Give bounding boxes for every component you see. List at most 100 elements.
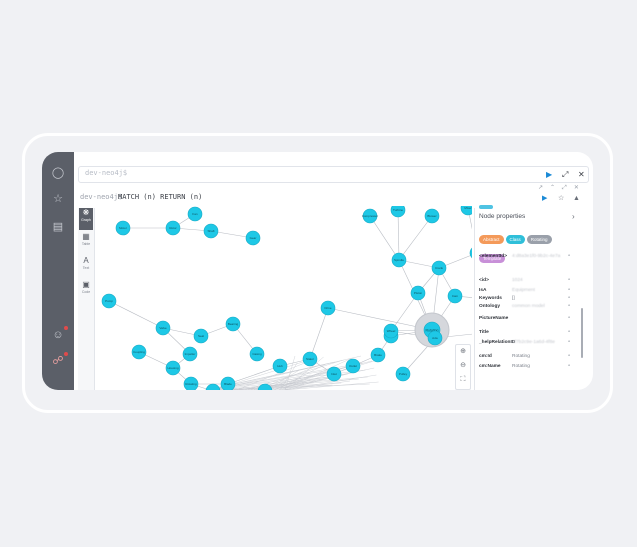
node-label: Blower — [427, 214, 436, 218]
graph-svg[interactable]: Rotating Motor Rotor Shaft Gear Fan Pump Valve S… — [95, 206, 472, 390]
node-label: Crank — [435, 266, 444, 270]
node-label: Casing — [252, 352, 262, 356]
code-icon: ▣ — [82, 280, 90, 289]
chevron-right-icon[interactable]: › — [572, 212, 575, 221]
node-label: Mixer — [464, 206, 471, 210]
graph-canvas[interactable]: Rotating Motor Rotor Shaft Gear Fan Pump Valve S… — [95, 206, 472, 390]
property-value[interactable]: 3f7b2c9e-1a6d-4f8e — [512, 340, 564, 346]
copy-icon[interactable]: ⚬ — [567, 304, 571, 309]
property-value[interactable]: Rotating — [512, 364, 564, 370]
help-icon[interactable]: ☺ — [51, 328, 65, 342]
copy-icon[interactable]: ⚬ — [567, 354, 571, 359]
collapse-icon[interactable]: ▲ — [573, 194, 580, 203]
node-label: Sprocket — [207, 389, 219, 390]
copy-icon[interactable]: ⚬ — [567, 330, 571, 335]
node-label: Pulley — [399, 372, 408, 376]
relationship-line[interactable] — [397, 209, 400, 261]
tab-code[interactable]: ▣ Code — [79, 280, 93, 302]
node-label: Stator — [306, 357, 314, 361]
sidebar: ◯ ☆ ▤ ☺ ☍ — [42, 152, 74, 390]
rerun-icon[interactable]: ▶ — [542, 194, 547, 203]
node-label: Outlet — [349, 364, 357, 368]
document-icon[interactable]: ▤ — [51, 220, 65, 234]
node-label: Seal — [198, 334, 204, 338]
property-key: _helpRelationID — [479, 340, 516, 345]
relationship-line[interactable] — [369, 215, 400, 261]
play-icon[interactable]: ▶ — [546, 169, 552, 181]
star-icon[interactable]: ☆ — [51, 192, 65, 206]
copy-icon[interactable]: ⚬ — [567, 254, 571, 259]
node-label: Compressor — [362, 214, 378, 218]
property-value[interactable]: Equipment — [512, 288, 564, 294]
property-value[interactable]: common model — [512, 304, 564, 310]
zoom-controls: ⊕ ⊖ ⛶ — [455, 344, 471, 390]
graph-icon: ❋ — [82, 208, 90, 217]
node-label: Motor — [119, 226, 127, 230]
relationship-line[interactable] — [108, 300, 164, 329]
table-icon: ▦ — [82, 232, 90, 241]
node-label: Bearing — [228, 322, 239, 326]
node-label: Brake — [374, 353, 382, 357]
relationship-line[interactable] — [227, 365, 281, 385]
copy-icon[interactable]: ⚬ — [567, 278, 571, 283]
label-chip-rotating[interactable]: Rotating — [526, 235, 552, 244]
node-label: Hub — [277, 364, 283, 368]
copy-icon[interactable]: ⚬ — [567, 288, 571, 293]
node-label: Inlet — [331, 372, 337, 376]
fit-icon[interactable]: ⛶ — [456, 373, 470, 387]
node-label: Valve — [159, 326, 167, 330]
node-label: Blade — [224, 382, 232, 386]
query-header: dev-neo4j$ MATCH (n) RETURN (n) — [78, 192, 474, 205]
property-key: cm:Id — [479, 354, 492, 359]
overview-tag — [479, 205, 493, 209]
relationship-line[interactable] — [309, 307, 329, 360]
property-value[interactable]: 4:d8a3e1f0-9b2c-4e7a — [512, 254, 564, 260]
node-label: Spring — [261, 389, 270, 390]
node-label: Gear — [250, 236, 257, 240]
node-label: Impeller — [185, 352, 196, 356]
property-key: Title — [479, 330, 489, 335]
node-label: Turbine — [393, 208, 403, 212]
close-icon[interactable]: ✕ — [578, 169, 585, 181]
database-icon[interactable]: ◯ — [51, 166, 65, 180]
properties-panel: Node properties › Abstract Class RotatingT… — [474, 205, 587, 390]
node-label: Wheel — [387, 329, 396, 333]
zoom-out-icon[interactable]: ⊖ — [456, 359, 470, 373]
expand-icon[interactable]: ⤢ — [562, 169, 568, 181]
property-value[interactable]: 1024 — [512, 278, 564, 284]
property-key: <id> — [479, 278, 489, 283]
frame-mini-controls[interactable]: ↗⌃⤢✕ — [538, 184, 586, 192]
property-key: <elementId> — [479, 254, 507, 259]
copy-icon[interactable]: ⚬ — [567, 364, 571, 369]
copy-icon[interactable]: ⚬ — [567, 296, 571, 301]
label-chip-abstract[interactable]: Abstract — [479, 235, 504, 244]
tab-text[interactable]: A Text — [79, 256, 93, 278]
disconnect-icon[interactable]: ☍ — [51, 354, 65, 368]
tab-table[interactable]: ▦ Table — [79, 232, 93, 254]
property-value[interactable]: [] — [512, 296, 564, 302]
command-prompt[interactable]: dev-neo4j$ — [85, 169, 127, 177]
label-chips: Abstract Class RotatingTemplate — [479, 228, 579, 266]
zoom-in-icon[interactable]: ⊕ — [456, 345, 470, 359]
pin-icon[interactable]: ☆ — [558, 194, 564, 203]
copy-icon[interactable]: ⚬ — [567, 340, 571, 345]
browser-window: ◯ ☆ ▤ ☺ ☍ dev-neo4j$ ▶ ⤢ ✕ ↗⌃⤢✕ dev-neo4… — [42, 152, 593, 390]
copy-icon[interactable]: ⚬ — [567, 316, 571, 321]
node-label: Rotor — [169, 226, 176, 230]
relationship-line[interactable] — [398, 215, 433, 261]
node-label: Shaft — [207, 229, 214, 233]
text-icon: A — [83, 256, 89, 265]
property-key: cm:Name — [479, 364, 501, 369]
query-text[interactable]: MATCH (n) RETURN (n) — [118, 193, 202, 201]
properties-scrollbar[interactable] — [581, 308, 583, 358]
property-value[interactable]: Rotating — [512, 354, 564, 360]
relationship-line[interactable] — [216, 376, 368, 390]
command-editor[interactable]: dev-neo4j$ ▶ ⤢ ✕ — [78, 166, 589, 183]
label-chip-class[interactable]: Class — [505, 235, 525, 244]
property-key: Ontology — [479, 304, 501, 309]
node-label: Housing — [167, 366, 178, 370]
properties-title: Node properties — [479, 213, 526, 220]
tab-graph[interactable]: ❋ Graph — [79, 208, 93, 230]
node-label: Drive — [324, 306, 331, 310]
property-key: IsA — [479, 288, 487, 293]
